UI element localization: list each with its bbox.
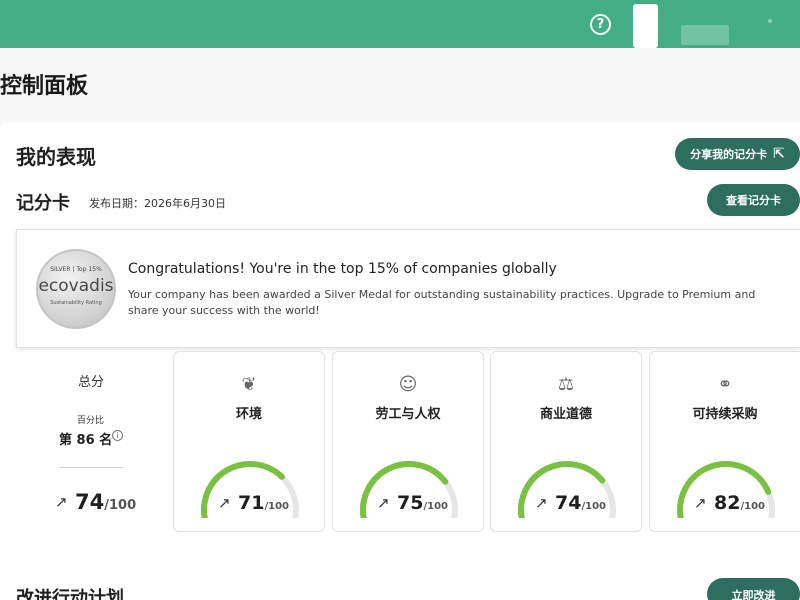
category-title: 商业道德 [539,407,592,422]
category-score-value: 74 [555,492,582,514]
scales-icon: ⚖ [557,374,575,395]
performance-heading: 我的表现 [16,145,96,169]
category-score-max: /100 [264,501,289,512]
category-score: 75/100 [397,492,448,514]
leaf-icon: ❦ [241,374,257,395]
category-score-value: 82 [714,492,741,514]
category-score: 74/100 [555,492,606,514]
info-icon[interactable]: i [112,430,123,441]
category-card-environment[interactable]: ❦ 环境 ↗ 71/100 [173,351,325,532]
scorecard-heading: 记分卡 [16,193,70,214]
user-avatar[interactable] [633,4,658,48]
overall-score-max: /100 [104,498,137,513]
help-icon[interactable]: ? [590,14,611,35]
trend-up-icon: ↗ [55,493,68,511]
category-title: 可持续采购 [692,407,758,422]
category-card-sustainable-procurement[interactable]: ⚭ 可持续采购 ↗ 82/100 [649,351,800,532]
share-scorecard-button[interactable]: 分享我的记分卡 ⇱ [675,138,800,170]
ecovadis-logo: ecovadis [38,276,114,296]
trend-up-icon: ↗ [694,494,707,512]
trend-up-icon: ↗ [535,494,548,512]
view-button-label: 查看记分卡 [726,194,781,207]
user-name-blurred[interactable] [681,25,729,45]
category-card-labor-human-rights[interactable]: ☺ 劳工与人权 ↗ 75/100 [332,351,484,532]
publish-date: 发布日期：2026年6月30日 [89,197,226,210]
action-plan-heading: 改进行动计划 [16,588,124,600]
medal-subtitle: Sustainability Rating [50,300,102,306]
category-score-max: /100 [740,501,765,512]
people-icon: ☺ [398,374,418,395]
congrats-title: Congratulations! You're in the top 15% o… [128,261,557,277]
category-title: 劳工与人权 [375,407,441,422]
category-score-max: /100 [581,501,606,512]
overall-score: 74/100 [75,490,136,514]
top-bar [0,0,800,48]
medal-rank-text: SILVER | Top 15% [50,266,102,273]
category-score: 71/100 [238,492,289,514]
share-button-label: 分享我的记分卡 [690,148,768,161]
percentile-rank: 第 86 名 [59,433,113,448]
improve-button-label: 立即改进 [731,589,776,600]
category-score: 82/100 [714,492,765,514]
category-card-ethics[interactable]: ⚖ 商业道德 ↗ 74/100 [490,351,642,532]
category-score-max: /100 [423,501,448,512]
overall-score-title: 总分 [78,375,105,390]
category-score-value: 71 [238,492,265,514]
divider [60,467,123,468]
view-scorecard-button[interactable]: 查看记分卡 [707,184,800,216]
percentile-label: 百分比 [77,416,105,426]
trend-up-icon: ↗ [377,494,390,512]
share-icon: ⇱ [773,146,785,162]
overall-score-value: 74 [75,490,105,514]
category-title: 环境 [235,407,262,422]
category-score-value: 75 [397,492,424,514]
improve-now-button[interactable]: 立即改进 [707,578,800,600]
link-icon: ⚭ [717,374,733,395]
congrats-body: Your company has been awarded a Silver M… [128,288,756,317]
silver-medal-badge: SILVER | Top 15% ecovadis Sustainability… [36,249,116,329]
page-title: 控制面板 [0,74,89,99]
trend-up-icon: ↗ [218,494,231,512]
user-menu-indicator [768,19,772,23]
